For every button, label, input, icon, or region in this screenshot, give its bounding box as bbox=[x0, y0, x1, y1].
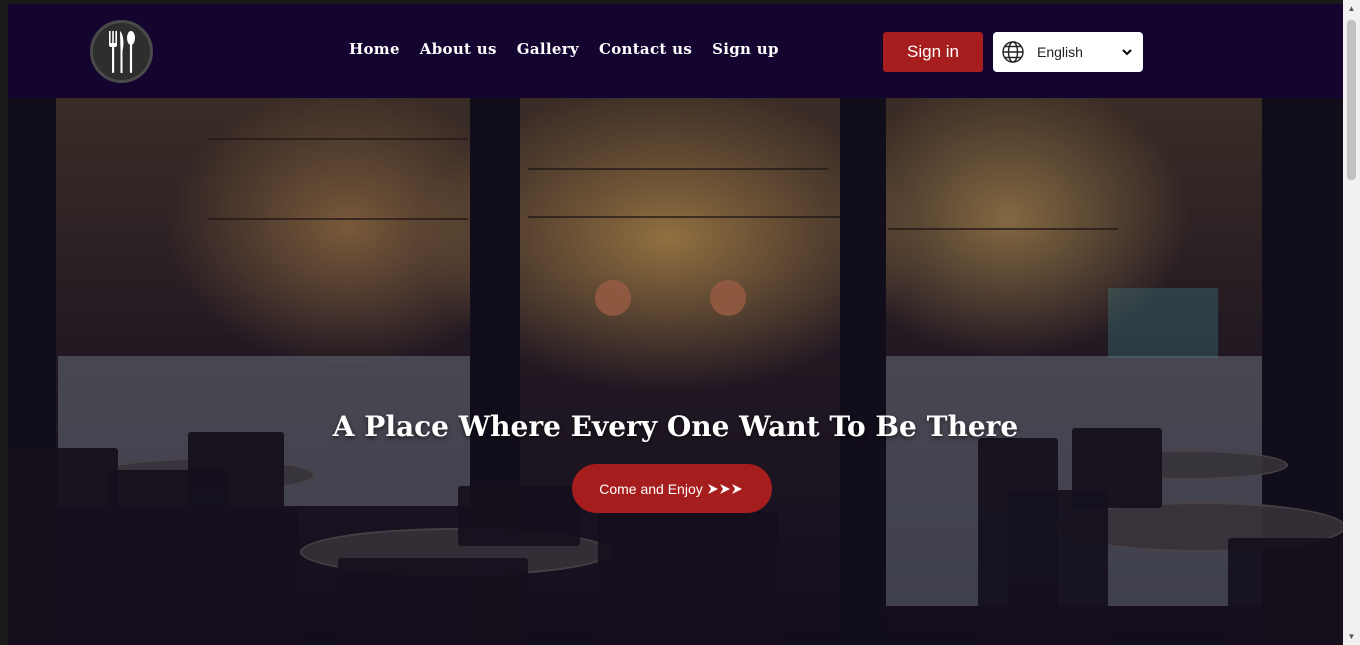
nav-links: Home About us Gallery Contact us Sign up bbox=[349, 40, 799, 58]
nav-link-home[interactable]: Home bbox=[349, 40, 400, 58]
navbar: Home About us Gallery Contact us Sign up… bbox=[8, 4, 1343, 98]
vertical-scrollbar[interactable]: ▲ ▼ bbox=[1343, 0, 1360, 645]
sign-in-button[interactable]: Sign in bbox=[883, 32, 983, 72]
cta-label: Come and Enjoy bbox=[599, 480, 703, 497]
nav-link-gallery[interactable]: Gallery bbox=[517, 40, 579, 58]
globe-icon bbox=[1002, 41, 1024, 63]
language-select[interactable]: English bbox=[993, 32, 1143, 72]
come-and-enjoy-button[interactable]: Come and Enjoy bbox=[572, 464, 772, 513]
browser-viewport: Home About us Gallery Contact us Sign up… bbox=[0, 0, 1343, 645]
cutlery-icon bbox=[108, 30, 135, 73]
scroll-up-arrow-icon[interactable]: ▲ bbox=[1343, 0, 1360, 17]
nav-link-contact[interactable]: Contact us bbox=[599, 40, 692, 58]
nav-link-about[interactable]: About us bbox=[420, 40, 497, 58]
hero-title: A Place Where Every One Want To Be There bbox=[332, 410, 1019, 443]
logo[interactable] bbox=[90, 20, 153, 83]
chevron-down-icon bbox=[1122, 49, 1132, 56]
scroll-down-arrow-icon[interactable]: ▼ bbox=[1343, 628, 1360, 645]
triple-arrow-icon bbox=[707, 483, 742, 494]
nav-link-signup[interactable]: Sign up bbox=[712, 40, 779, 58]
hero-section: A Place Where Every One Want To Be There… bbox=[8, 98, 1343, 645]
language-select-value: English bbox=[1037, 44, 1083, 60]
hero-overlay bbox=[8, 98, 1343, 645]
scroll-thumb[interactable] bbox=[1347, 20, 1356, 180]
